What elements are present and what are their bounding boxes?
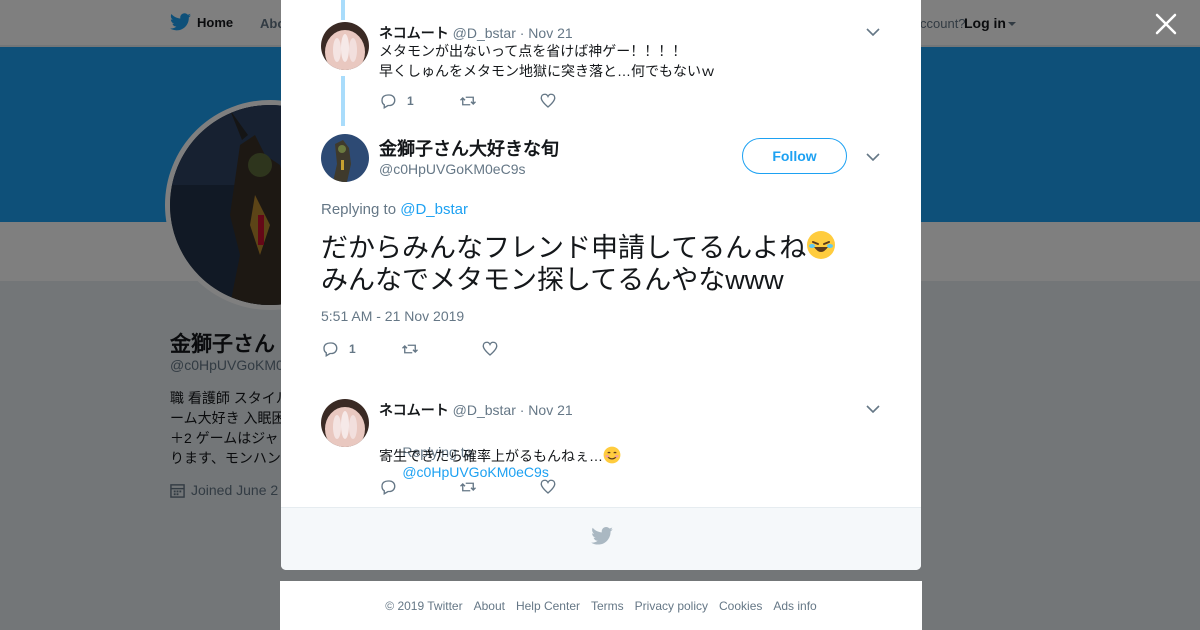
heart-icon [482, 341, 498, 356]
author-name[interactable]: ネコムート [379, 25, 449, 41]
tweet-permalink-modal: ネコムート @D_bstar · Nov 21 メタモンが出ないって点を省けば神… [281, 0, 921, 570]
tweet-text: メタモンが出ないって点を省けば神ゲー！！！！ 早くしゅんをメタモン地獄に突き落と… [379, 43, 715, 79]
tweet-actions: 1 [321, 340, 561, 358]
avatar-image [321, 399, 369, 447]
follow-button[interactable]: Follow [742, 138, 847, 174]
reply-tweet[interactable]: ネコムート @D_bstar · Nov 21 Replying to @c0H… [321, 399, 881, 499]
reply-count: 1 [349, 342, 356, 356]
avatar[interactable] [321, 22, 369, 70]
author-name[interactable]: ネコムート [379, 402, 449, 418]
reply-icon [381, 94, 396, 109]
avatar-image [321, 134, 369, 182]
avatar-image [321, 22, 369, 70]
site-footer: © 2019 Twitter About Help Center Terms P… [280, 581, 922, 630]
replying-to-handle[interactable]: @D_bstar [400, 201, 468, 218]
tweet-text-content: 寄生できたら確率上がるもんねぇ… [379, 448, 603, 464]
reply-button[interactable] [379, 478, 459, 496]
retweet-button[interactable] [459, 478, 539, 496]
reply-count: 1 [407, 94, 414, 108]
reply-icon [381, 480, 396, 495]
tweet-text-line-2: みんなでメタモン探してるんやなwww [321, 265, 784, 295]
footer-link-help-center[interactable]: Help Center [516, 599, 580, 613]
author-handle[interactable]: @c0HpUVGoKM0eC9s [379, 161, 526, 177]
heart-icon [540, 93, 556, 108]
footer-link-cookies[interactable]: Cookies [719, 599, 762, 613]
replying-to: Replying to @D_bstar [321, 201, 468, 218]
tweet-text-line-1: だからみんなフレンド申請してるんよね [321, 233, 807, 263]
author-name[interactable]: 金獅子さん大好きな旬 [379, 135, 559, 161]
reply-button[interactable]: 1 [379, 92, 459, 110]
emoji-rofl [807, 231, 836, 259]
tweet-text: だからみんなフレンド申請してるんよね みんなでメタモン探してるんやなwww [321, 230, 881, 296]
footer-copyright: © 2019 Twitter [385, 598, 463, 613]
chevron-down-icon[interactable] [866, 28, 880, 36]
footer-link-ads-info[interactable]: Ads info [773, 599, 816, 613]
chevron-down-icon[interactable] [866, 405, 880, 413]
footer-link-about[interactable]: About [474, 599, 505, 613]
tweet-actions [379, 478, 619, 496]
tweet-date[interactable]: · Nov 21 [520, 402, 573, 418]
thread-connector-line [341, 0, 345, 20]
modal-footer [281, 507, 921, 570]
tweet-text: 寄生できたら確率上がるもんねぇ… [379, 446, 621, 466]
tweet-timestamp[interactable]: 5:51 AM - 21 Nov 2019 [321, 308, 464, 324]
like-button[interactable] [481, 340, 561, 358]
footer-link-terms[interactable]: Terms [591, 599, 624, 613]
footer-link-privacy-policy[interactable]: Privacy policy [635, 599, 708, 613]
chevron-down-icon[interactable] [866, 153, 880, 161]
avatar[interactable] [321, 399, 369, 447]
avatar[interactable] [321, 134, 369, 182]
replying-to-label: Replying to [321, 201, 397, 218]
tweet-actions: 1 [379, 92, 619, 110]
reply-button[interactable]: 1 [321, 340, 401, 358]
retweet-icon [402, 344, 418, 354]
author-handle[interactable]: @D_bstar [453, 25, 516, 41]
twitter-bird-icon [591, 527, 613, 545]
heart-icon [540, 479, 556, 494]
tweet-header: ネコムート @D_bstar · Nov 21 [379, 400, 573, 420]
close-icon[interactable] [1154, 12, 1178, 36]
author-handle[interactable]: @D_bstar [453, 402, 516, 418]
like-button[interactable] [539, 92, 619, 110]
tweet-date[interactable]: · Nov 21 [520, 25, 573, 41]
parent-tweet[interactable]: ネコムート @D_bstar · Nov 21 メタモンが出ないって点を省けば神… [321, 22, 881, 117]
retweet-icon [460, 96, 476, 106]
reply-icon [323, 342, 338, 357]
retweet-button[interactable] [401, 340, 481, 358]
like-button[interactable] [539, 478, 619, 496]
tweet-header: ネコムート @D_bstar · Nov 21 [379, 23, 573, 43]
retweet-button[interactable] [459, 92, 539, 110]
emoji-smile [603, 446, 621, 464]
retweet-icon [460, 482, 476, 492]
